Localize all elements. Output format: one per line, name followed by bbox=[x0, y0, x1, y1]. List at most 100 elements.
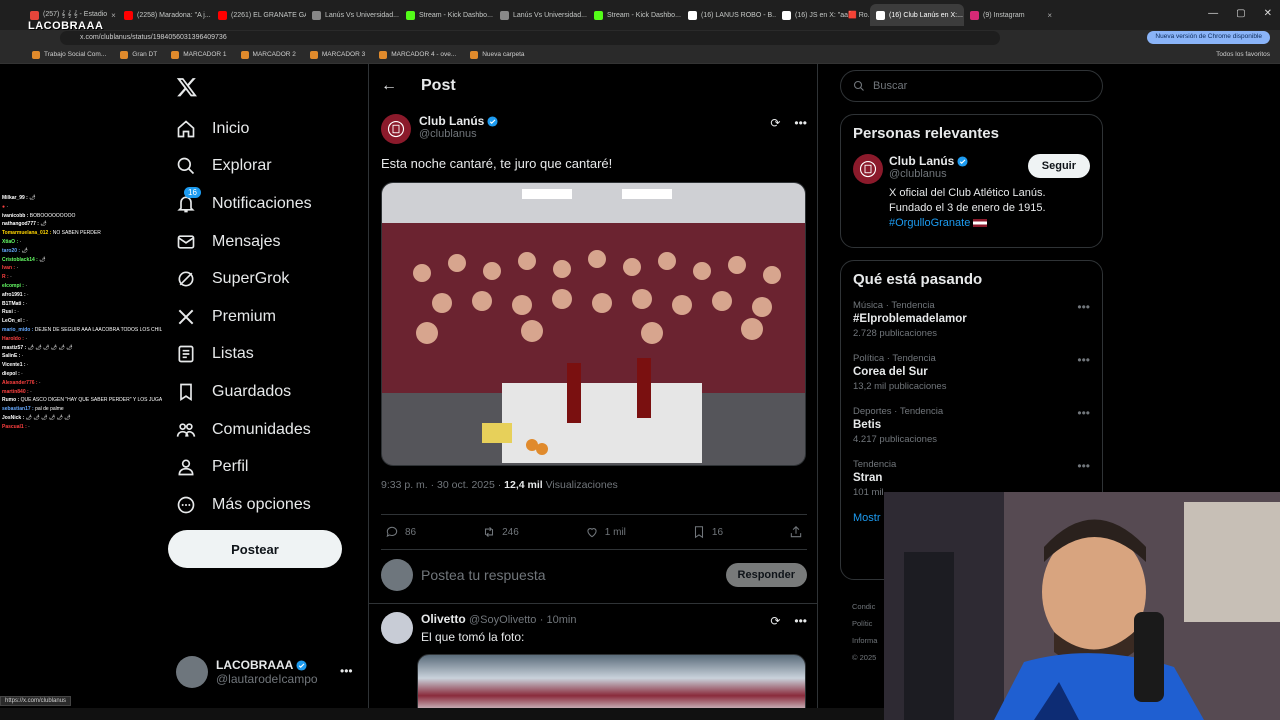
x-logo-icon[interactable] bbox=[176, 76, 198, 98]
reply-action[interactable]: 86 bbox=[385, 525, 416, 539]
reply-button[interactable]: Responder bbox=[725, 563, 807, 587]
chat-message: taro20 : 🌶 bbox=[2, 247, 28, 254]
reply-photo[interactable] bbox=[417, 654, 806, 714]
trend-item[interactable]: Política · Tendencia Corea del Sur 13,2 mi… bbox=[853, 353, 1090, 392]
browser-tab[interactable]: (9) Instagram × bbox=[964, 4, 1058, 26]
favicon-icon bbox=[312, 10, 321, 20]
bookmark-item[interactable]: Gran DT bbox=[120, 50, 157, 59]
reply-post[interactable]: Olivetto @SoyOlivetto · 10min El que tom… bbox=[381, 612, 807, 644]
chat-message: Cristoblack14 : 🌶 bbox=[2, 256, 46, 263]
nav-item-m-s-opciones[interactable]: Más opciones bbox=[176, 486, 312, 524]
browser-tab[interactable]: Stream - Kick Dashbo...× bbox=[588, 4, 682, 26]
share-action[interactable] bbox=[789, 525, 803, 539]
back-arrow-icon[interactable]: ← bbox=[381, 77, 397, 95]
footer-link[interactable]: Informa bbox=[852, 632, 877, 649]
nav-item-supergrok[interactable]: SuperGrok bbox=[176, 260, 312, 298]
nav-item-premium[interactable]: Premium bbox=[176, 298, 312, 336]
close-tab-icon[interactable]: × bbox=[111, 11, 116, 20]
more-icon[interactable]: ••• bbox=[1077, 459, 1090, 473]
favicon-icon bbox=[594, 10, 603, 20]
stream-chat: Milkar_99 : 🌶 ● · ivanicobb : BOBOOOOOOOOO… bbox=[2, 194, 162, 432]
maximize-icon[interactable]: ▢ bbox=[1236, 8, 1245, 19]
favicon-icon bbox=[30, 10, 39, 20]
follow-button[interactable]: Seguir bbox=[1027, 154, 1090, 178]
chat-message: Ivan : · bbox=[2, 265, 19, 272]
account-handle: @lautarodeIcampo bbox=[216, 672, 318, 686]
browser-tab[interactable]: (2258) Maradona: "A j...× bbox=[118, 4, 212, 26]
nav-item-perfil[interactable]: Perfil bbox=[176, 448, 312, 486]
search-icon bbox=[177, 158, 195, 175]
browser-tab[interactable]: (2261) EL GRANATE GA...× bbox=[212, 4, 306, 26]
nav-item-comunidades[interactable]: Comunidades bbox=[176, 411, 312, 449]
minimize-icon[interactable]: — bbox=[1208, 8, 1218, 19]
chat-message: Alexander776 : · bbox=[2, 379, 41, 386]
nav-item-notificaciones[interactable]: 16 Notificaciones bbox=[176, 185, 312, 223]
browser-tab[interactable]: (16) Club Lanús en X:...× bbox=[870, 4, 964, 26]
chat-message: ● · bbox=[2, 203, 9, 210]
club-avatar[interactable] bbox=[381, 114, 411, 144]
browser-tab[interactable]: Stream - Kick Dashbo...× bbox=[400, 4, 494, 26]
browser-tab[interactable]: (16) LANUS ROBO - B...× bbox=[682, 4, 776, 26]
avatar[interactable] bbox=[381, 612, 413, 644]
more-icon[interactable]: ••• bbox=[794, 116, 807, 130]
bookmark-item[interactable]: MARCADOR 4 - ove... bbox=[379, 50, 456, 59]
like-action[interactable]: 1 mil bbox=[585, 525, 626, 539]
footer-link[interactable]: © 2025 bbox=[852, 649, 877, 666]
close-tab-icon[interactable]: × bbox=[1047, 11, 1052, 20]
author-name[interactable]: Club Lanús bbox=[419, 114, 498, 128]
club-avatar[interactable] bbox=[853, 154, 883, 184]
repost-action[interactable]: 246 bbox=[482, 525, 519, 539]
footer-link[interactable]: Polític bbox=[852, 615, 877, 632]
more-icon[interactable]: ••• bbox=[1077, 353, 1090, 367]
repost-icon bbox=[485, 526, 494, 538]
post-actions: 86 246 1 mil 16 bbox=[381, 514, 807, 550]
reply-author: Olivetto @SoyOlivetto · 10min bbox=[421, 612, 577, 626]
nav-item-guardados[interactable]: Guardados bbox=[176, 373, 312, 411]
chat-message: JosNick : 🌶 🌶 🌶 🌶 🌶 🌶 bbox=[2, 414, 71, 421]
bookmark-item[interactable]: MARCADOR 2 bbox=[240, 50, 296, 59]
relevant-name[interactable]: Club Lanús bbox=[889, 154, 968, 168]
grok-icon[interactable]: ⟳ bbox=[770, 116, 780, 130]
favicon-icon bbox=[970, 10, 979, 20]
trend-item[interactable]: Música · Tendencia #Elproblemadelamor 2.72… bbox=[853, 300, 1090, 339]
tab-label: (2261) EL GRANATE GA... bbox=[231, 11, 306, 19]
bookmark-item[interactable]: MARCADOR 1 bbox=[171, 50, 227, 59]
bookmark-item[interactable]: Nueva carpeta bbox=[470, 50, 525, 59]
post-button[interactable]: Postear bbox=[168, 530, 342, 568]
heart-icon bbox=[587, 528, 597, 538]
nav-item-listas[interactable]: Listas bbox=[176, 336, 312, 374]
grok-icon[interactable]: ⟳ bbox=[770, 614, 780, 628]
close-icon[interactable]: ✕ bbox=[1264, 8, 1272, 19]
browser-tab[interactable]: Lanús Vs Universidad...× bbox=[494, 4, 588, 26]
more-icon[interactable]: ••• bbox=[1077, 406, 1090, 420]
search-input[interactable]: Buscar bbox=[840, 70, 1103, 102]
relevant-handle[interactable]: @clublanus bbox=[889, 168, 968, 180]
nav-item-label: Notificaciones bbox=[212, 194, 312, 212]
all-bookmarks-link[interactable]: Todos los favoritos bbox=[1216, 51, 1270, 58]
chat-message: B1TMati : · bbox=[2, 300, 28, 307]
author-handle[interactable]: @clublanus bbox=[419, 128, 498, 140]
bookmark-action[interactable]: 16 bbox=[692, 525, 723, 539]
reply-input[interactable]: Postea tu respuesta bbox=[421, 567, 718, 583]
bookmark-item[interactable]: MARCADOR 3 bbox=[309, 50, 365, 59]
hashtag-link[interactable]: #OrgulloGranate bbox=[889, 217, 970, 229]
post-photo[interactable] bbox=[381, 182, 806, 466]
account-switcher[interactable]: LACOBRAAA @lautarodeIcampo bbox=[176, 656, 318, 688]
user-icon bbox=[178, 459, 194, 476]
more-icon bbox=[177, 496, 195, 514]
account-name: LACOBRAAA bbox=[216, 658, 318, 672]
favicon-icon bbox=[218, 10, 227, 20]
more-icon[interactable]: ••• bbox=[340, 664, 353, 678]
browser-tab[interactable]: (16) JS en X: "aa🟥 Ro...× bbox=[776, 4, 870, 26]
nav-item-explorar[interactable]: Explorar bbox=[176, 148, 312, 186]
trend-item[interactable]: Deportes · Tendencia Betis 4.217 publicaci… bbox=[853, 406, 1090, 445]
chrome-update-button[interactable]: Nueva versión de Chrome disponible bbox=[1147, 31, 1270, 44]
address-bar[interactable]: x.com/clublanus/status/19840560313964097… bbox=[60, 31, 1000, 45]
more-icon[interactable]: ••• bbox=[794, 614, 807, 628]
more-icon[interactable]: ••• bbox=[1077, 300, 1090, 314]
nav-item-mensajes[interactable]: Mensajes bbox=[176, 223, 312, 261]
bookmark-item[interactable]: Trabajo Social Com... bbox=[32, 50, 106, 59]
nav-item-inicio[interactable]: Inicio bbox=[176, 110, 312, 148]
browser-tab[interactable]: Lanús Vs Universidad...× bbox=[306, 4, 400, 26]
footer-link[interactable]: Condic bbox=[852, 598, 877, 615]
